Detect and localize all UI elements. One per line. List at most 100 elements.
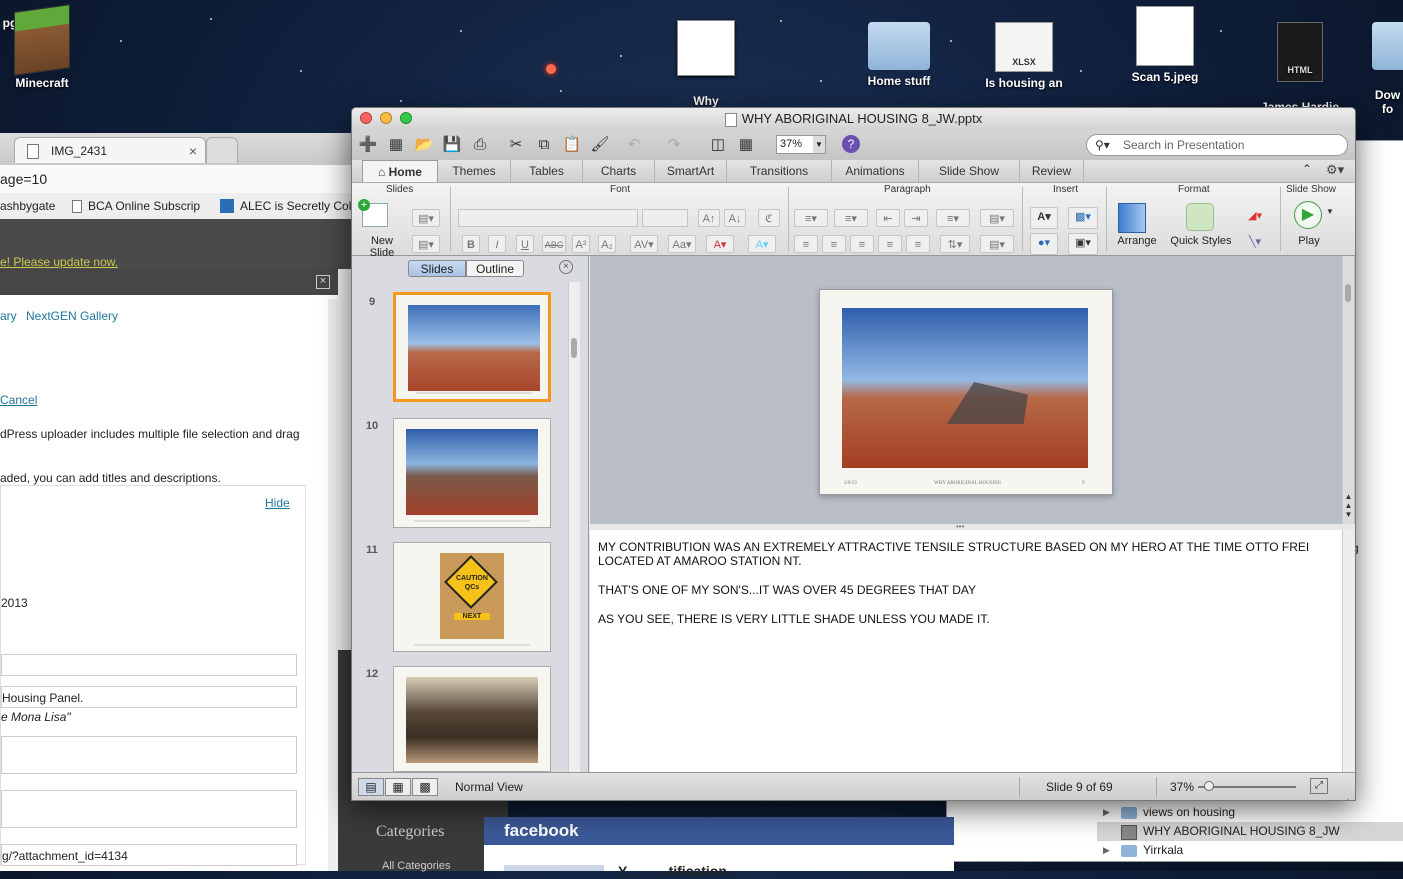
increase-indent-icon[interactable]: ⇥ (904, 209, 928, 227)
disclosure-triangle-icon[interactable]: ▶ (1103, 841, 1110, 860)
desktop-icon-is-housing[interactable]: XLSX Is housing an (976, 22, 1072, 90)
tab-slide-show[interactable]: Slide Show (919, 160, 1020, 182)
editor-scrollbar[interactable]: ▲ ▲ ▼ (1342, 256, 1354, 524)
subscript-icon[interactable]: A₂ (598, 235, 616, 253)
open-icon[interactable]: 📂 (414, 135, 434, 155)
clear-format-icon[interactable]: ℭ (758, 209, 780, 227)
decrease-indent-icon[interactable]: ⇤ (876, 209, 900, 227)
dialog-scrollbar[interactable] (328, 299, 338, 871)
slide-sorter-button[interactable]: ▦ (385, 778, 411, 796)
undo-icon[interactable]: ↶ (624, 135, 644, 155)
new-slide-button[interactable]: + New Slide (358, 199, 406, 259)
shape-fill-icon[interactable]: ◢▾ (1240, 207, 1270, 225)
alt-text-field[interactable] (1, 736, 297, 774)
redo-icon[interactable]: ↷ (664, 135, 684, 155)
media-icon[interactable]: ▣▾ (1068, 233, 1098, 255)
pane-tab-slides[interactable]: Slides (408, 260, 466, 277)
media-tab-nextgen[interactable]: NextGEN Gallery (26, 309, 118, 323)
ribbon-settings-icon[interactable]: ⚙▾ (1326, 162, 1344, 178)
slide-thumbnail-10[interactable] (393, 418, 551, 528)
text-box-icon[interactable]: A▾ (1030, 207, 1058, 229)
search-input[interactable]: ⚲▾ Search in Presentation (1086, 134, 1348, 156)
tab-smartart[interactable]: SmartArt (655, 160, 727, 182)
layout-button[interactable]: ▤▾ (412, 209, 440, 227)
new-presentation-icon[interactable]: ➕ (358, 135, 378, 155)
zoom-window-button[interactable] (400, 112, 412, 124)
desktop-icon-minecraft[interactable]: Minecraft (6, 4, 78, 90)
desktop-icon-downloads[interactable]: Dow fo (1372, 8, 1403, 116)
close-pane-icon[interactable]: × (559, 260, 573, 274)
desktop-icon-why-aboriginal[interactable]: Why Abori…sing? (662, 6, 750, 122)
distribute-icon[interactable]: ≡ (906, 235, 930, 253)
text-direction-icon[interactable]: ⇅▾ (940, 235, 970, 253)
hide-link[interactable]: Hide (265, 496, 290, 510)
grow-font-icon[interactable]: A↑ (698, 209, 720, 227)
print-icon[interactable]: ⎙ (470, 135, 490, 155)
bold-icon[interactable]: B (462, 235, 480, 253)
bookmark-ashbygate[interactable]: ashbygate (0, 193, 55, 219)
bookmark-alec[interactable]: ALEC is Secretly Col (240, 193, 351, 219)
superscript-icon[interactable]: A² (572, 235, 590, 253)
slide-show-view-button[interactable]: ▩ (412, 778, 438, 796)
close-dialog-icon[interactable]: × (316, 275, 330, 289)
tab-review[interactable]: Review (1020, 160, 1084, 182)
desktop-icon-scan5[interactable]: Scan 5.jpeg (1120, 6, 1210, 84)
shrink-font-icon[interactable]: A↓ (724, 209, 746, 227)
underline-icon[interactable]: U (516, 235, 534, 253)
italic-icon[interactable]: I (488, 235, 506, 253)
finder-row-why-aboriginal[interactable]: WHY ABORIGINAL HOUSING 8_JW (1097, 822, 1403, 841)
resize-grip-icon[interactable]: ◢ (1342, 787, 1349, 800)
all-categories-select[interactable]: All Categories (382, 860, 450, 872)
bookmark-bca[interactable]: BCA Online Subscrip (88, 193, 200, 219)
justify-icon[interactable]: ≡ (878, 235, 902, 253)
save-icon[interactable]: 💾 (442, 135, 462, 155)
scroll-thumb[interactable] (1345, 284, 1351, 302)
notes-pane[interactable]: MY CONTRIBUTION WAS AN EXTREMELY ATTRACT… (590, 530, 1342, 772)
shape-icon[interactable]: ●▾ (1030, 233, 1058, 255)
section-button[interactable]: ▤▾ (412, 235, 440, 253)
align-center-icon[interactable]: ≡ (822, 235, 846, 253)
close-window-button[interactable] (360, 112, 372, 124)
text-effects-icon[interactable]: A▾ (748, 235, 776, 253)
media-tab-library[interactable]: ary (0, 309, 17, 323)
tab-themes[interactable]: Themes (438, 160, 511, 182)
tab-charts[interactable]: Charts (583, 160, 655, 182)
slides-pane-scrollbar[interactable] (568, 282, 580, 772)
cancel-link[interactable]: Cancel (0, 393, 37, 407)
character-spacing-icon[interactable]: AV▾ (630, 235, 658, 253)
cut-icon[interactable]: ✂ (506, 135, 526, 155)
prev-next-slide-icon[interactable]: ▲ ▲ ▼ (1343, 492, 1354, 519)
chevron-down-icon[interactable]: ▼ (1326, 207, 1334, 216)
description-field[interactable] (1, 790, 297, 828)
picture-icon[interactable]: ▩▾ (1068, 207, 1098, 229)
notes-scrollbar[interactable] (1342, 530, 1354, 772)
bullets-icon[interactable]: ≡▾ (794, 209, 828, 227)
zoom-combo[interactable]: 37% ▼ (776, 135, 826, 154)
tab-tables[interactable]: Tables (511, 160, 583, 182)
desktop-icon-home-stuff[interactable]: Home stuff (858, 22, 940, 88)
disclosure-triangle-icon[interactable]: ▶ (1103, 803, 1110, 822)
font-family-select[interactable] (458, 209, 638, 227)
close-tab-icon[interactable]: × (189, 138, 197, 164)
align-right-icon[interactable]: ≡ (850, 235, 874, 253)
help-icon[interactable]: ? (842, 135, 860, 153)
numbering-icon[interactable]: ≡▾ (834, 209, 868, 227)
caption-field[interactable]: Housing Panel. (1, 686, 297, 708)
browser-tab[interactable]: IMG_2431 × (14, 137, 206, 163)
address-bar[interactable]: age=10 (0, 165, 360, 194)
tab-animations[interactable]: Animations (832, 160, 919, 182)
font-color-icon[interactable]: A▾ (706, 235, 734, 253)
slide-thumbnail-11[interactable]: CAUTION QCs NEXT (393, 542, 551, 652)
minimize-window-button[interactable] (380, 112, 392, 124)
copy-icon[interactable]: ⧉ (534, 135, 554, 155)
fit-to-window-icon[interactable]: ⤢ (1310, 778, 1328, 794)
arrange-button[interactable]: Arrange (1112, 199, 1162, 253)
slide-thumbnail-12[interactable] (393, 666, 551, 772)
strikethrough-icon[interactable]: ABC (542, 235, 566, 253)
finder-row-views-on-housing[interactable]: ▶ views on housing (1097, 803, 1403, 822)
finder-row-yirrkala[interactable]: ▶ Yirrkala (1097, 841, 1403, 860)
toolbox-icon[interactable]: ◫ (708, 135, 728, 155)
slide-thumbnail-9[interactable] (393, 292, 551, 402)
update-notice[interactable]: e! Please update now. (0, 255, 118, 269)
tab-home[interactable]: ⌂ Home (362, 160, 438, 182)
